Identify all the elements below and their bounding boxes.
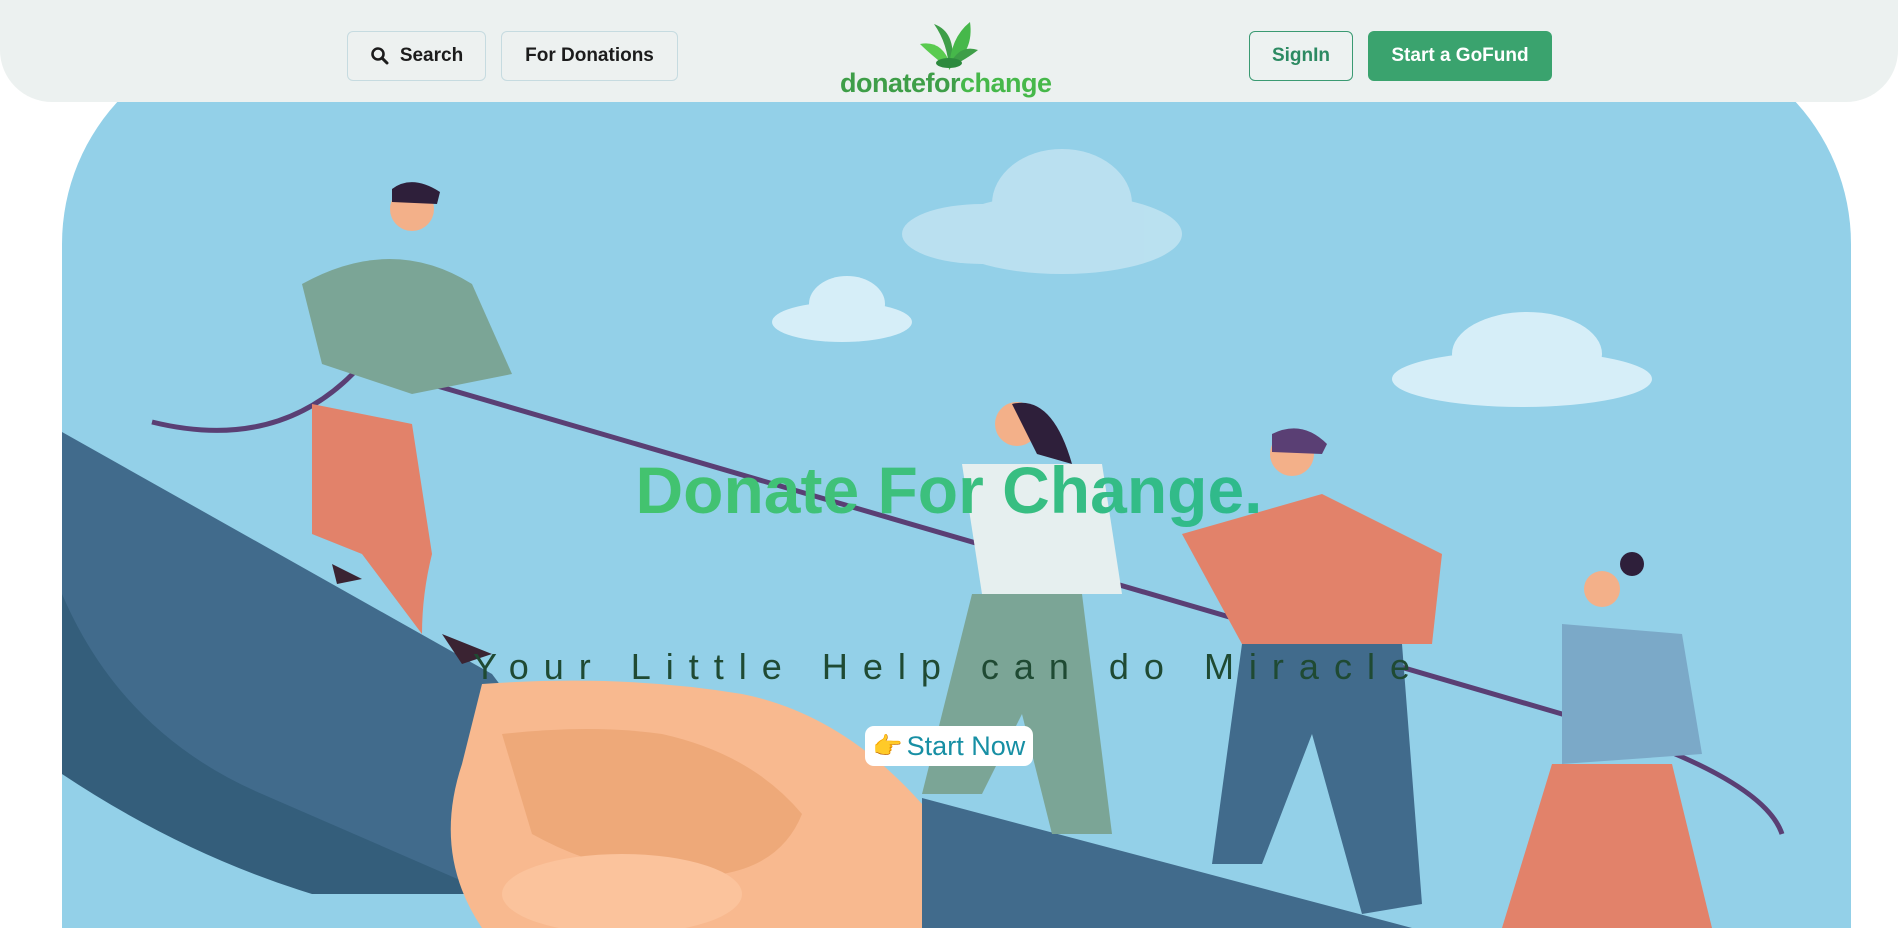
logo-text: donateforchange [840, 68, 1052, 99]
cloud-icon [902, 149, 1182, 274]
for-donations-label: For Donations [525, 45, 654, 66]
signin-button[interactable]: SignIn [1249, 31, 1353, 81]
logo[interactable]: donateforchange [838, 14, 1052, 99]
start-now-button[interactable]: 👉 Start Now [865, 726, 1033, 766]
logo-text-accent: change [960, 68, 1052, 98]
for-donations-button[interactable]: For Donations [501, 31, 678, 81]
hero-subtitle: Your Little Help can do Miracle [473, 646, 1425, 687]
start-gofund-button[interactable]: Start a GoFund [1368, 31, 1552, 81]
pointing-hand-icon: 👉 [872, 732, 903, 760]
logo-text-main: donatefor [840, 68, 961, 98]
search-icon [371, 47, 389, 65]
hero-title: Donate For Change. [0, 452, 1898, 528]
start-now-label: Start Now [906, 730, 1026, 761]
leaf-icon [920, 22, 978, 70]
signin-label: SignIn [1271, 45, 1331, 66]
search-button[interactable]: Search [347, 31, 486, 81]
search-button-label: Search [399, 45, 464, 66]
start-gofund-label: Start a GoFund [1391, 45, 1529, 66]
